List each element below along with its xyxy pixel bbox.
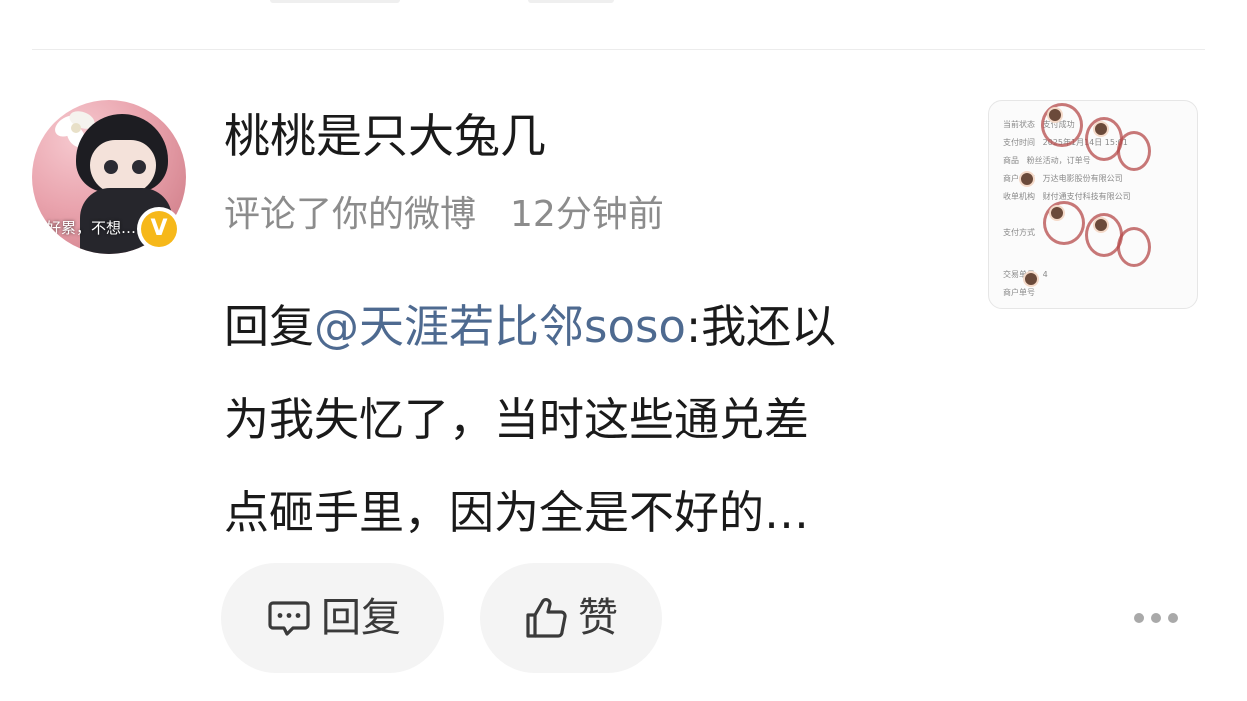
comment-text[interactable]: 回复@天涯若比邻soso:我还以 为我失忆了，当时这些通兑差 点砸手里，因为全是… <box>224 280 944 559</box>
top-tab-stub-left <box>270 0 400 3</box>
sticker-doodle <box>1043 201 1085 245</box>
avatar[interactable]: 好累，不想… V <box>32 100 186 254</box>
more-dot <box>1134 613 1144 623</box>
verified-badge-letter: V <box>141 211 177 247</box>
comment-line-3: 点砸手里，因为全是不好的… <box>224 486 810 539</box>
more-dot <box>1168 613 1178 623</box>
avatar-eye-right <box>132 160 146 174</box>
avatar-eye-left <box>104 160 118 174</box>
thumb-row: 支付方式 <box>1003 228 1035 237</box>
more-dot <box>1151 613 1161 623</box>
thumbs-up-icon <box>526 598 567 638</box>
avatar-caption: 好累，不想… <box>46 219 137 237</box>
weibo-thumbnail[interactable]: 当前状态 支付成功 支付时间 2025年1月14日 15:01 商品 粉丝活动，… <box>988 100 1198 309</box>
sticker-face <box>1019 171 1035 187</box>
timestamp: 12分钟前 <box>510 194 664 235</box>
comment-bubble-icon <box>268 601 310 636</box>
like-button[interactable]: 赞 <box>480 563 662 673</box>
sticker-face <box>1023 271 1039 287</box>
username[interactable]: 桃桃是只大兔几 <box>224 106 546 166</box>
reply-label: 回复 <box>321 595 401 641</box>
action-text: 评论了你的微博 <box>224 194 477 235</box>
thumb-row: 商户单号 <box>1003 288 1035 297</box>
comment-line-1: 回复@天涯若比邻soso:我还以 <box>224 280 944 373</box>
sticker-face <box>1047 107 1063 123</box>
avatar-face <box>90 140 156 194</box>
notification-meta: 评论了你的微博 12分钟前 <box>224 190 664 240</box>
sticker-face <box>1093 121 1109 137</box>
comment-line-2: 为我失忆了，当时这些通兑差 <box>224 393 810 446</box>
like-label: 赞 <box>578 595 618 641</box>
divider <box>32 49 1205 50</box>
top-tab-stub-right <box>528 0 614 3</box>
more-options-icon[interactable] <box>1134 608 1178 628</box>
sticker-doodle <box>1041 103 1083 147</box>
sticker-doodle <box>1117 131 1151 171</box>
sticker-face <box>1049 205 1065 221</box>
reply-prefix: 回复 <box>224 300 315 353</box>
sticker-face <box>1093 217 1109 233</box>
sticker-doodle <box>1117 227 1151 267</box>
reply-button[interactable]: 回复 <box>221 563 444 673</box>
verified-badge-icon: V <box>137 207 181 251</box>
mention-link[interactable]: @天涯若比邻soso <box>314 300 686 353</box>
thumb-row: 商品 粉丝活动，订单号 <box>1003 156 1091 165</box>
comment-line-1-rest: :我还以 <box>685 300 837 353</box>
